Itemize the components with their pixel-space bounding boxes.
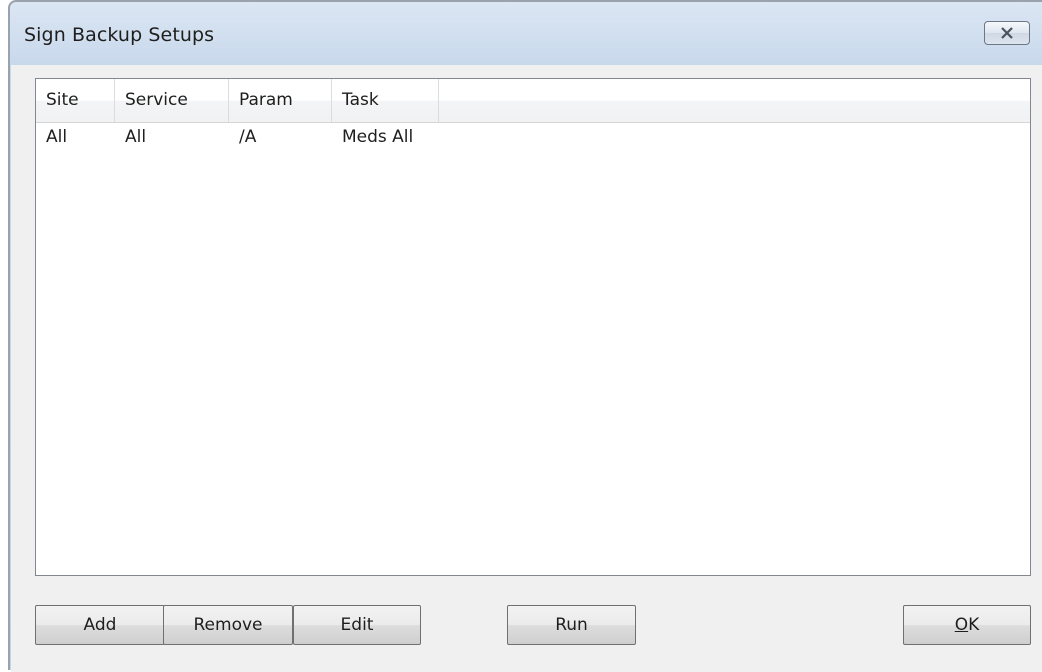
list-header: Site Service Param Task (36, 79, 1030, 123)
ok-label-rest: K (968, 615, 980, 635)
ok-mnemonic: O (954, 615, 969, 635)
ok-button[interactable]: OK (903, 605, 1031, 645)
cell-task: Meds All (342, 127, 414, 147)
cell-param: /A (239, 127, 257, 147)
window-title: Sign Backup Setups (24, 24, 215, 46)
column-header-task[interactable]: Task (332, 79, 439, 122)
add-button[interactable]: Add (35, 605, 165, 645)
cell-service: All (125, 127, 147, 147)
edit-button[interactable]: Edit (293, 605, 421, 645)
run-button[interactable]: Run (507, 605, 636, 645)
dialog-client-area: Site Service Param Task All All /A Meds … (11, 65, 1042, 672)
table-row[interactable]: All All /A Meds All (36, 123, 1030, 151)
cell-site: All (46, 127, 68, 147)
close-icon (1001, 27, 1013, 39)
close-button[interactable] (984, 21, 1030, 45)
column-header-site[interactable]: Site (36, 79, 115, 122)
column-header-filler (439, 79, 1030, 122)
dialog-window: Sign Backup Setups Site Service Param Ta… (8, 0, 1042, 672)
column-header-param[interactable]: Param (229, 79, 332, 122)
backup-setups-list[interactable]: Site Service Param Task All All /A Meds … (35, 78, 1031, 576)
remove-button[interactable]: Remove (163, 605, 293, 645)
column-header-service[interactable]: Service (115, 79, 229, 122)
